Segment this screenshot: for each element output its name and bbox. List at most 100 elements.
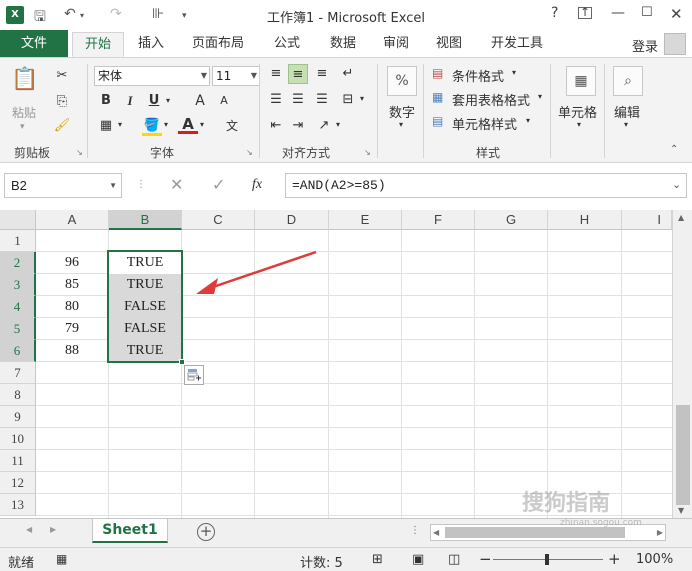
help-icon[interactable]: ? [551, 5, 558, 21]
decrease-indent-icon[interactable]: ⇤ [266, 116, 286, 136]
align-left-icon[interactable]: ☰ [266, 90, 286, 110]
format-as-table-button[interactable]: 套用表格格式 [452, 90, 530, 109]
tab-review[interactable]: 审阅 [371, 32, 421, 57]
row-header-9[interactable]: 9 [0, 406, 36, 428]
row-header-7[interactable]: 7 [0, 362, 36, 384]
sheet-tab-sheet1[interactable]: Sheet1 [92, 519, 168, 543]
cell-a4[interactable]: 80 [36, 296, 108, 318]
scroll-right-icon[interactable]: ▶ [657, 528, 663, 537]
tab-page-layout[interactable]: 页面布局 [182, 32, 254, 57]
horizontal-scroll-thumb[interactable] [445, 527, 625, 538]
orientation-icon[interactable]: ↗ [314, 116, 334, 136]
column-header-d[interactable]: D [255, 210, 329, 230]
column-header-c[interactable]: C [182, 210, 255, 230]
vertical-scrollbar[interactable]: ▲ ▼ [672, 210, 692, 518]
borders-dropdown-icon[interactable]: ▾ [118, 120, 122, 129]
font-color-dropdown-icon[interactable]: ▾ [200, 120, 204, 129]
zoom-in-button[interactable]: + [608, 550, 621, 568]
close-icon[interactable]: ✕ [670, 5, 683, 23]
row-header-13[interactable]: 13 [0, 494, 36, 516]
alignment-launcher-icon[interactable]: ↘ [364, 148, 371, 157]
orientation-dropdown-icon[interactable]: ▾ [336, 120, 340, 129]
login-link[interactable]: 登录 [632, 36, 658, 55]
tab-formulas[interactable]: 公式 [262, 32, 312, 57]
next-sheet-icon[interactable]: ▶ [50, 525, 56, 534]
increase-indent-icon[interactable]: ⇥ [288, 116, 308, 136]
font-color-button[interactable]: A [178, 114, 198, 134]
row-header-11[interactable]: 11 [0, 450, 36, 472]
cell-a6[interactable]: 88 [36, 340, 108, 362]
paste-icon[interactable]: 📋 [10, 66, 40, 96]
scroll-down-icon[interactable]: ▼ [678, 506, 684, 515]
align-right-icon[interactable]: ☰ [312, 90, 332, 110]
column-header-g[interactable]: G [475, 210, 548, 230]
number-button-label[interactable]: 数字 [389, 102, 415, 121]
grow-font-button[interactable]: A [190, 91, 210, 111]
tab-view[interactable]: 视图 [424, 32, 474, 57]
add-sheet-button[interactable]: + [197, 523, 215, 541]
italic-button[interactable]: I [120, 91, 140, 111]
align-bottom-icon[interactable]: ≡ [312, 64, 332, 84]
page-layout-view-icon[interactable]: ▣ [412, 552, 424, 567]
number-format-icon[interactable]: % [387, 66, 417, 96]
zoom-level[interactable]: 100% [636, 552, 673, 567]
enter-icon[interactable]: ✓ [212, 175, 225, 194]
paste-label[interactable]: 粘贴 [12, 104, 36, 121]
row-header-10[interactable]: 10 [0, 428, 36, 450]
row-header-5[interactable]: 5 [0, 318, 36, 340]
tab-file[interactable]: 文件 [0, 30, 68, 57]
borders-icon[interactable]: ▦ [96, 116, 116, 136]
cell-a2[interactable]: 96 [36, 252, 108, 274]
row-header-4[interactable]: 4 [0, 296, 36, 318]
font-size-select[interactable]: 11 ▼ [212, 66, 260, 86]
zoom-slider-knob[interactable] [545, 554, 549, 565]
maximize-icon[interactable]: ☐ [641, 5, 653, 20]
collapse-ribbon-icon[interactable]: ⌃ [670, 144, 678, 155]
format-painter-icon[interactable]: 🖌 [52, 116, 72, 136]
tab-home[interactable]: 开始 [72, 32, 124, 57]
align-middle-icon[interactable]: ≡ [288, 64, 308, 84]
column-header-h[interactable]: H [548, 210, 622, 230]
prev-sheet-icon[interactable]: ◀ [26, 525, 32, 534]
cell-a5[interactable]: 79 [36, 318, 108, 340]
underline-dropdown-icon[interactable]: ▾ [166, 96, 170, 105]
align-center-icon[interactable]: ☰ [288, 90, 308, 110]
column-header-i[interactable]: I [622, 210, 672, 230]
shrink-font-button[interactable]: A [214, 91, 234, 111]
minimize-icon[interactable]: — [611, 5, 625, 21]
cells-dropdown-icon[interactable]: ▾ [577, 120, 581, 129]
normal-view-icon[interactable]: ⊞ [372, 552, 383, 567]
align-top-icon[interactable]: ≡ [266, 64, 286, 84]
tab-developer[interactable]: 开发工具 [478, 32, 556, 57]
editing-button-label[interactable]: 编辑 [614, 102, 640, 121]
cancel-icon[interactable]: ✕ [170, 175, 183, 194]
macro-record-icon[interactable]: ▦ [56, 552, 67, 566]
expand-formula-bar-icon[interactable]: ⌄ [672, 178, 681, 191]
row-header-8[interactable]: 8 [0, 384, 36, 406]
select-all-corner[interactable] [0, 210, 36, 230]
column-header-e[interactable]: E [329, 210, 402, 230]
conditional-format-button[interactable]: 条件格式 [452, 66, 504, 85]
cells-button-label[interactable]: 单元格 [558, 102, 597, 121]
row-header-2[interactable]: 2 [0, 252, 36, 274]
find-binoculars-icon[interactable]: ⌕ [613, 66, 643, 96]
account-avatar[interactable] [664, 33, 686, 55]
phonetic-guide-button[interactable]: 文 [222, 116, 242, 136]
fill-color-dropdown-icon[interactable]: ▾ [164, 120, 168, 129]
fill-color-icon[interactable]: 🪣 [142, 116, 162, 136]
cut-icon[interactable]: ✂ [52, 66, 72, 86]
tab-data[interactable]: 数据 [318, 32, 368, 57]
paste-dropdown-icon[interactable]: ▾ [20, 122, 25, 132]
merge-dropdown-icon[interactable]: ▾ [360, 94, 364, 103]
name-box[interactable]: B2 ▼ [4, 173, 122, 198]
row-header-3[interactable]: 3 [0, 274, 36, 296]
cell-styles-button[interactable]: 单元格样式 [452, 114, 517, 133]
column-header-b[interactable]: B [109, 210, 182, 230]
bold-button[interactable]: B [96, 91, 116, 111]
tab-split-icon[interactable]: ⋮ [410, 525, 420, 536]
row-header-12[interactable]: 12 [0, 472, 36, 494]
wrap-text-icon[interactable]: ↵ [338, 64, 358, 84]
tab-insert[interactable]: 插入 [126, 32, 176, 57]
editing-dropdown-icon[interactable]: ▾ [624, 120, 628, 129]
number-dropdown-icon[interactable]: ▾ [399, 120, 403, 129]
